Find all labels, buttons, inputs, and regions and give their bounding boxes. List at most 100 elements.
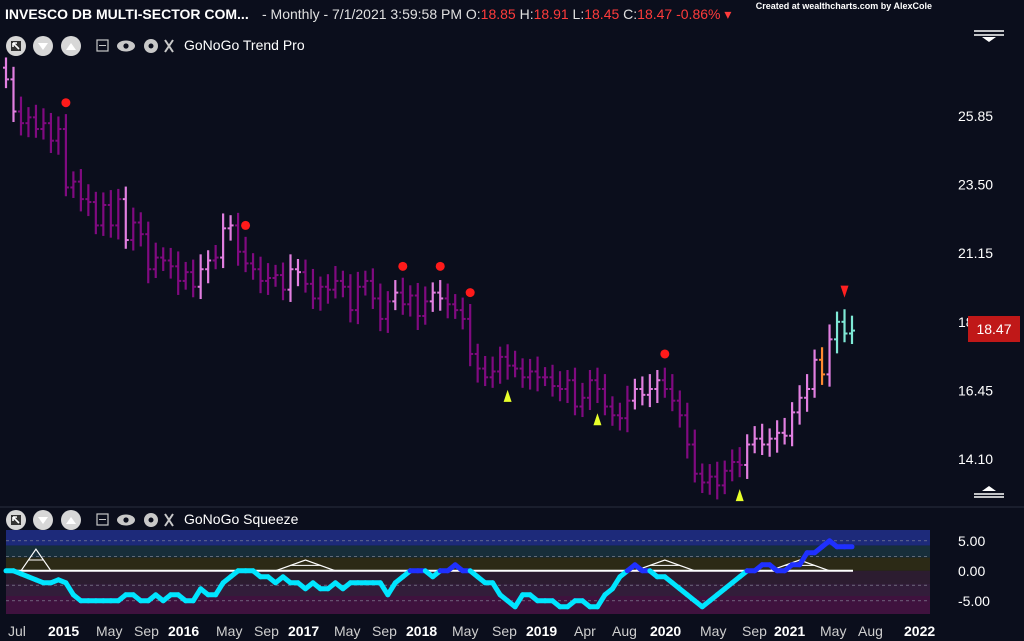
countertrend-dot [660,349,670,359]
price-bar [25,107,32,138]
x-tick-label: Apr [574,623,596,639]
close-icon[interactable] [164,39,174,53]
x-tick-label: 2022 [904,623,935,639]
squeeze-band [6,545,930,558]
axis-scroll-handle[interactable] [972,484,1006,500]
squeeze-panel-label: GoNoGo Squeeze [184,511,299,527]
price-bar [474,343,481,383]
price-bar [459,297,466,330]
square-icon[interactable] [96,39,109,52]
price-bar [774,420,781,453]
chevron-down-icon[interactable] [33,36,53,56]
x-tick-label: Sep [372,623,397,639]
close-label: C: [623,6,638,22]
countertrend-dot [465,288,475,298]
price-bar [826,324,833,387]
price-bar [564,370,571,404]
price-bar [377,283,384,332]
price-bar [751,426,758,454]
chevron-up-icon[interactable] [61,36,81,56]
chevron-up-icon[interactable] [61,510,81,530]
price-bar [369,268,376,309]
close-icon[interactable] [164,513,174,527]
countertrend-dot [435,261,445,271]
price-bar [669,374,676,412]
x-tick-label: Jul [8,623,26,639]
price-bar [542,367,549,387]
price-bar [519,358,526,388]
price-bar [250,253,257,280]
panel-controls [96,513,174,527]
x-tick-label: 2020 [650,623,681,639]
price-y-tick-label: 16.45 [958,382,993,398]
low-value: 18.45 [584,6,620,22]
x-tick-label: 2017 [288,623,319,639]
price-bar [47,112,54,153]
price-bar [287,254,294,302]
axis-scroll-handle[interactable] [972,28,1006,44]
price-bar [115,188,122,240]
cursor-icon[interactable] [6,36,26,56]
price-bar [429,282,436,312]
chevron-down-icon[interactable] [33,510,53,530]
last-price-tag: 18.47 [968,316,1020,342]
gear-icon[interactable] [144,513,158,527]
price-y-tick-label: 21.15 [958,245,993,261]
price-bar [482,355,489,387]
price-bar [609,396,616,426]
eye-icon[interactable] [117,514,135,526]
price-bar [781,417,788,445]
price-bar [324,274,331,304]
price-y-tick-label: 23.50 [958,177,993,193]
squeeze-band [6,530,930,546]
square-icon[interactable] [96,513,109,526]
price-bar [407,285,414,317]
eye-icon[interactable] [117,40,135,52]
price-bar [586,370,593,411]
price-bar [70,171,77,198]
gear-icon[interactable] [144,39,158,53]
price-bar [691,429,698,483]
price-bar [594,367,601,404]
price-bar [17,96,24,136]
cursor-icon[interactable] [6,510,26,530]
price-bar [444,283,451,319]
price-bar [235,212,242,266]
price-bar [55,116,62,155]
price-bar [362,270,369,296]
price-bar [721,460,728,495]
price-bar [62,114,69,197]
squeeze-y-tick-label: -5.00 [958,593,990,609]
symbol-title[interactable]: INVESCO DB MULTI-SECTOR COM... [5,6,249,22]
price-bar [175,251,182,295]
price-bar [92,191,99,235]
chart-canvas: 25.8523.5021.1518.8016.4514.105.000.00-5… [0,57,1024,639]
x-tick-label: 2021 [774,623,805,639]
price-bar [309,268,316,309]
chart-workspace: 25.8523.5021.1518.8016.4514.105.000.00-5… [0,0,1024,641]
price-bar [347,274,354,323]
open-label: O: [465,6,481,22]
price-bar [489,356,496,388]
x-tick-label: Sep [742,623,767,639]
x-tick-label: May [96,623,122,639]
price-bar [414,282,421,330]
x-tick-label: May [452,623,478,639]
price-bar [317,276,324,311]
price-bar [527,358,534,390]
price-bar [661,367,668,398]
price-bar [571,367,578,416]
price-bar [339,270,346,298]
x-tick-label: Aug [612,623,637,639]
price-bar [512,350,519,378]
squeeze-y-tick-label: 5.00 [958,533,985,549]
price-bar [796,385,803,425]
price-bar [294,259,301,287]
price-bar [77,169,84,212]
price-y-tick-label: 25.85 [958,108,993,124]
nogo-triangle-marker [840,285,849,298]
price-bar [452,294,459,319]
price-bar [804,374,811,412]
price-bar [534,356,541,392]
price-bar [819,347,826,385]
